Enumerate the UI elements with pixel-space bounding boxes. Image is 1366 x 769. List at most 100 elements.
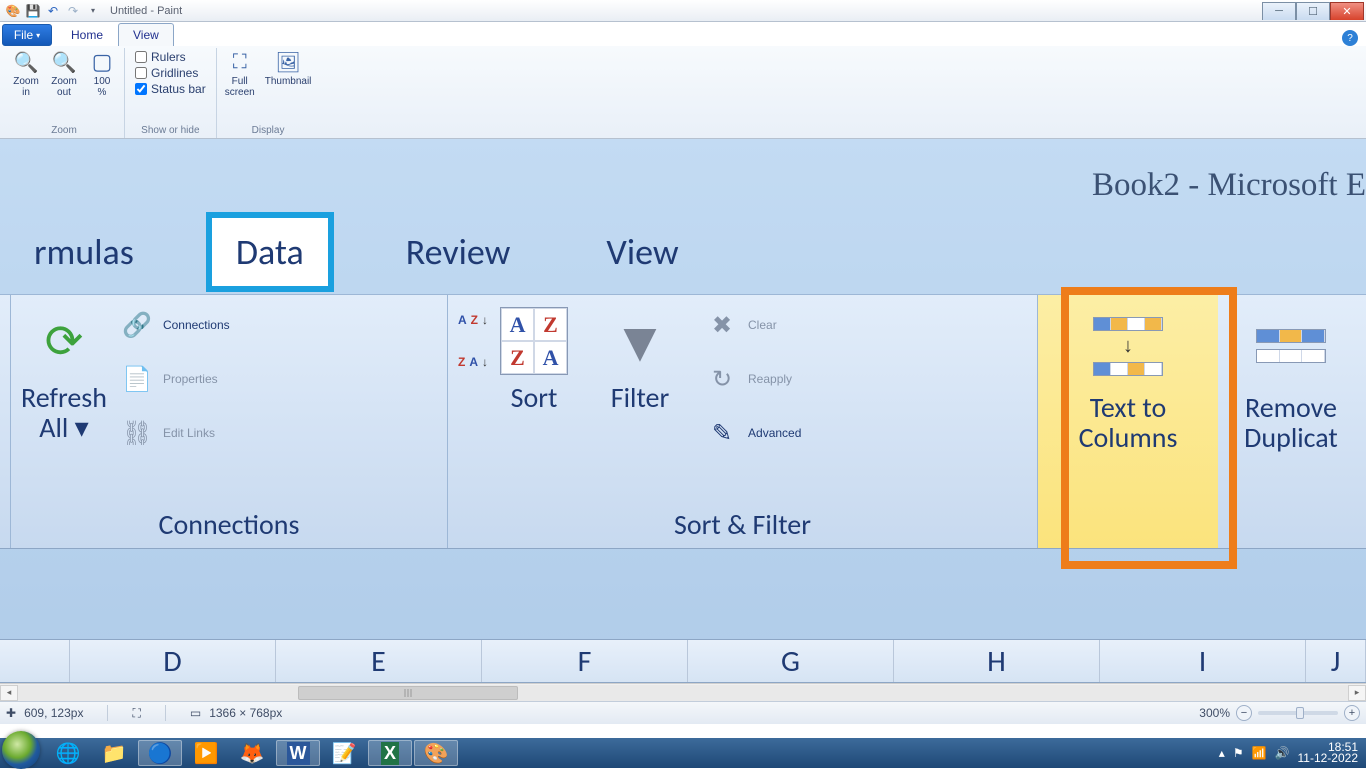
zoom-in-button[interactable]: 🔍Zoom in <box>8 48 44 123</box>
zoom-group-label: Zoom <box>51 123 77 138</box>
gridlines-check[interactable] <box>135 67 147 79</box>
separator <box>107 705 108 721</box>
paint-canvas[interactable]: Book2 - Microsoft E rmulas Data Review V… <box>0 139 1366 683</box>
paint-ribbon: 🔍Zoom in 🔍Zoom out ▢100 % Zoom Rulers Gr… <box>0 46 1366 139</box>
sort-desc-icon: ZA↓ <box>458 355 488 369</box>
text-to-columns-icon: ↓ <box>1073 301 1183 391</box>
horizontal-scrollbar[interactable]: ◂ ▸ <box>0 683 1366 701</box>
statusbar-checkbox[interactable]: Status bar <box>135 82 206 96</box>
paint-taskbar-icon[interactable]: 🎨 <box>414 740 458 766</box>
connections-list: 🔗Connections 📄Properties ⛓Edit Links <box>119 301 230 451</box>
statusbar-check[interactable] <box>135 83 147 95</box>
zoom-slider-thumb[interactable] <box>1296 707 1304 719</box>
excel-sortfilter-group: AZ↓ ZA↓ AZZA Sort ▼ Filter ✖Clear ↻Reapp… <box>448 295 1038 548</box>
excel-tab-review: Review <box>382 218 535 286</box>
properties-item: 📄Properties <box>119 361 230 397</box>
chrome-taskbar-icon[interactable]: 🔵 <box>138 740 182 766</box>
save-icon[interactable]: 💾 <box>24 2 42 20</box>
show-hide-group: Rulers Gridlines Status bar Show or hide <box>125 48 217 138</box>
col-j: J <box>1306 640 1366 682</box>
rulers-checkbox[interactable]: Rulers <box>135 50 206 64</box>
scroll-left-button[interactable]: ◂ <box>0 685 18 701</box>
paint-app-icon: 🎨 <box>4 2 22 20</box>
start-button[interactable] <box>2 731 40 769</box>
zoom-out-button[interactable]: − <box>1236 705 1252 721</box>
zoom-slider[interactable] <box>1258 711 1338 715</box>
paint-statusbar: ✚ 609, 123px ⛶ ▭ 1366 × 768px 300% − + <box>0 701 1366 724</box>
gridlines-checkbox[interactable]: Gridlines <box>135 66 206 80</box>
tray-clock[interactable]: 18:51 11-12-2022 <box>1298 742 1359 764</box>
file-menu-button[interactable]: File ▾ <box>2 24 52 46</box>
zoom-in-button[interactable]: + <box>1344 705 1360 721</box>
scroll-right-button[interactable]: ▸ <box>1348 685 1366 701</box>
canvas-size-icon: ▭ <box>190 706 201 720</box>
tab-view[interactable]: View <box>118 23 174 46</box>
separator <box>165 705 166 721</box>
windows-taskbar: 🌐 📁 🔵 ▶️ 🦊 W 📝 X 🎨 ▴ ⚑ 📶 🔊 18:51 11-12-2… <box>0 738 1366 768</box>
remove-duplicates-button: Remove Duplicat <box>1236 301 1346 453</box>
reapply-item: ↻Reapply <box>704 361 801 397</box>
system-tray: ▴ ⚑ 📶 🔊 18:51 11-12-2022 <box>1219 742 1364 764</box>
window-title: Untitled - Paint <box>110 5 182 17</box>
advanced-icon: ✎ <box>704 415 740 451</box>
editlinks-item: ⛓Edit Links <box>119 415 230 451</box>
help-icon[interactable]: ? <box>1342 30 1358 46</box>
ie-taskbar-icon[interactable]: 🌐 <box>46 740 90 766</box>
excel-tab-formulas: rmulas <box>10 218 158 286</box>
refresh-icon: ⟳ <box>24 301 104 381</box>
flag-icon[interactable]: ⚑ <box>1233 746 1244 760</box>
volume-icon[interactable]: 🔊 <box>1275 746 1290 760</box>
properties-icon: 📄 <box>119 361 155 397</box>
tab-home[interactable]: Home <box>56 23 118 46</box>
col-d: D <box>70 640 276 682</box>
explorer-taskbar-icon[interactable]: 📁 <box>92 740 136 766</box>
scroll-track[interactable] <box>18 685 1348 701</box>
rulers-check[interactable] <box>135 51 147 63</box>
redo-icon[interactable]: ↷ <box>64 2 82 20</box>
firefox-taskbar-icon[interactable]: 🦊 <box>230 740 274 766</box>
zoom-level: 300% <box>1199 706 1230 720</box>
excel-tab-view: View <box>582 218 702 286</box>
excel-ribbon: ⟳ Refresh All ▾ 🔗Connections 📄Properties… <box>0 294 1366 549</box>
zoom-control: 300% − + <box>1199 705 1360 721</box>
clear-item: ✖Clear <box>704 307 801 343</box>
tray-up-icon[interactable]: ▴ <box>1219 746 1225 760</box>
zoom-out-button[interactable]: 🔍Zoom out <box>46 48 82 123</box>
minimize-button[interactable]: ─ <box>1262 2 1296 20</box>
close-button[interactable]: ✕ <box>1330 2 1364 20</box>
word-taskbar-icon[interactable]: W <box>276 740 320 766</box>
chevron-down-icon: ▾ <box>36 31 40 40</box>
sort-button: AZZA Sort <box>500 301 568 413</box>
filter-options: ✖Clear ↻Reapply ✎Advanced <box>704 301 801 451</box>
maximize-button[interactable]: ☐ <box>1296 2 1330 20</box>
clear-icon: ✖ <box>704 307 740 343</box>
media-taskbar-icon[interactable]: ▶️ <box>184 740 228 766</box>
canvas-size: 1366 × 768px <box>209 706 282 720</box>
col-g: G <box>688 640 894 682</box>
zoom-group: 🔍Zoom in 🔍Zoom out ▢100 % Zoom <box>4 48 125 138</box>
notes-taskbar-icon[interactable]: 📝 <box>322 740 366 766</box>
zoom-100-button[interactable]: ▢100 % <box>84 48 120 123</box>
tray-date: 11-12-2022 <box>1298 753 1359 764</box>
page-icon: ▢ <box>90 50 114 74</box>
display-group: ⛶Full screen 🖼Thumbnail Display <box>217 48 320 138</box>
fullscreen-icon: ⛶ <box>228 50 252 74</box>
thumbnail-button[interactable]: 🖼Thumbnail <box>261 48 316 123</box>
titlebar: 🎨 💾 ↶ ↷ ▾ Untitled - Paint ─ ☐ ✕ <box>0 0 1366 22</box>
excel-tab-data-highlighted: Data <box>206 212 334 292</box>
display-group-label: Display <box>252 123 285 138</box>
col-i: I <box>1100 640 1306 682</box>
connections-group-label: Connections <box>21 503 437 542</box>
thumbnail-icon: 🖼 <box>276 50 300 74</box>
undo-icon[interactable]: ↶ <box>44 2 62 20</box>
scroll-thumb[interactable] <box>298 686 518 700</box>
cursor-pos-icon: ✚ <box>6 706 16 720</box>
cursor-position: 609, 123px <box>24 706 83 720</box>
excel-taskbar-icon[interactable]: X <box>368 740 412 766</box>
fullscreen-button[interactable]: ⛶Full screen <box>221 48 259 123</box>
sort-asc-icon: AZ↓ <box>458 313 488 327</box>
sort-az-buttons: AZ↓ ZA↓ <box>458 301 488 369</box>
quick-access-toolbar: 🎨 💾 ↶ ↷ ▾ <box>4 2 102 20</box>
network-icon[interactable]: 📶 <box>1252 746 1267 760</box>
qat-dropdown-icon[interactable]: ▾ <box>84 2 102 20</box>
